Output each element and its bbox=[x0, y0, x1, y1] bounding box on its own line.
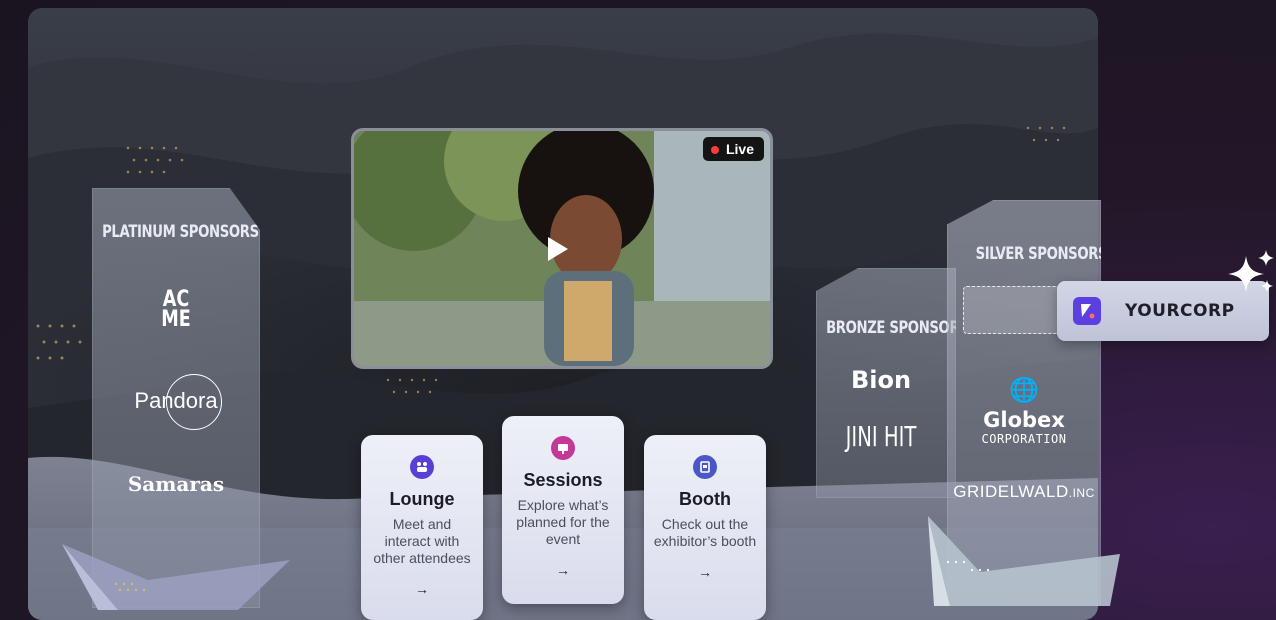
play-icon[interactable] bbox=[548, 237, 568, 261]
platinum-sponsors-title: PLATINUM SPONSORS bbox=[102, 222, 259, 242]
booth-description: Check out the exhibitor’s booth bbox=[653, 516, 757, 549]
yourcorp-label: YOURCORP bbox=[1125, 301, 1235, 321]
sparkle-icon bbox=[1228, 250, 1274, 292]
left-glass-wedge bbox=[62, 544, 290, 610]
live-video-player[interactable]: Live bbox=[351, 128, 773, 369]
bronze-sponsors-panel: BRONZE SPONSORS Bion JINI HIT bbox=[816, 268, 956, 498]
acme-logo-line2: ME bbox=[161, 307, 191, 332]
globex-logo[interactable]: Globex bbox=[947, 408, 1101, 432]
gridelwald-logo[interactable]: GRIDELWALD.INC bbox=[947, 482, 1101, 502]
sessions-title: Sessions bbox=[523, 470, 603, 490]
live-dot-icon bbox=[710, 146, 719, 154]
samaras-logo[interactable]: Samaras bbox=[92, 472, 260, 496]
acme-logo[interactable]: AC ME bbox=[109, 289, 243, 332]
live-badge-label: Live bbox=[725, 141, 754, 157]
globe-icon: 🌐 bbox=[1009, 377, 1039, 404]
globex-logo-sub: CORPORATION bbox=[981, 432, 1067, 446]
pandora-logo[interactable]: Pandora bbox=[92, 374, 260, 430]
jini-hit-logo[interactable]: JINI HIT bbox=[829, 420, 934, 453]
booth-icon bbox=[693, 455, 717, 479]
lounge-arrow-icon: → bbox=[415, 581, 429, 597]
silver-sponsors-title: SILVER SPONSORS bbox=[975, 244, 1108, 264]
live-badge: Live bbox=[702, 137, 764, 161]
sessions-arrow-icon: → bbox=[556, 562, 570, 578]
lounge-title: Lounge bbox=[389, 489, 455, 509]
lounge-card[interactable]: Lounge Meet and interact with other atte… bbox=[361, 435, 483, 620]
bion-logo[interactable]: Bion bbox=[816, 366, 956, 394]
booth-title: Booth bbox=[679, 489, 731, 509]
pandora-logo-text: Pandora bbox=[134, 388, 218, 413]
yourcorp-app-icon bbox=[1073, 297, 1101, 325]
people-icon bbox=[410, 455, 434, 479]
right-glass-wedge bbox=[928, 516, 1120, 606]
lounge-description: Meet and interact with other attendees bbox=[373, 516, 471, 566]
sessions-description: Explore what’s planned for the event bbox=[516, 497, 610, 547]
sessions-card[interactable]: Sessions Explore what’s planned for the … bbox=[502, 416, 624, 604]
booth-arrow-icon: → bbox=[698, 564, 712, 580]
gridelwald-suffix: .INC bbox=[1068, 486, 1095, 500]
booth-card[interactable]: Booth Check out the exhibitor’s booth → bbox=[644, 435, 766, 620]
gridelwald-name: GRIDELWALD bbox=[953, 482, 1069, 501]
presentation-icon bbox=[551, 436, 575, 460]
